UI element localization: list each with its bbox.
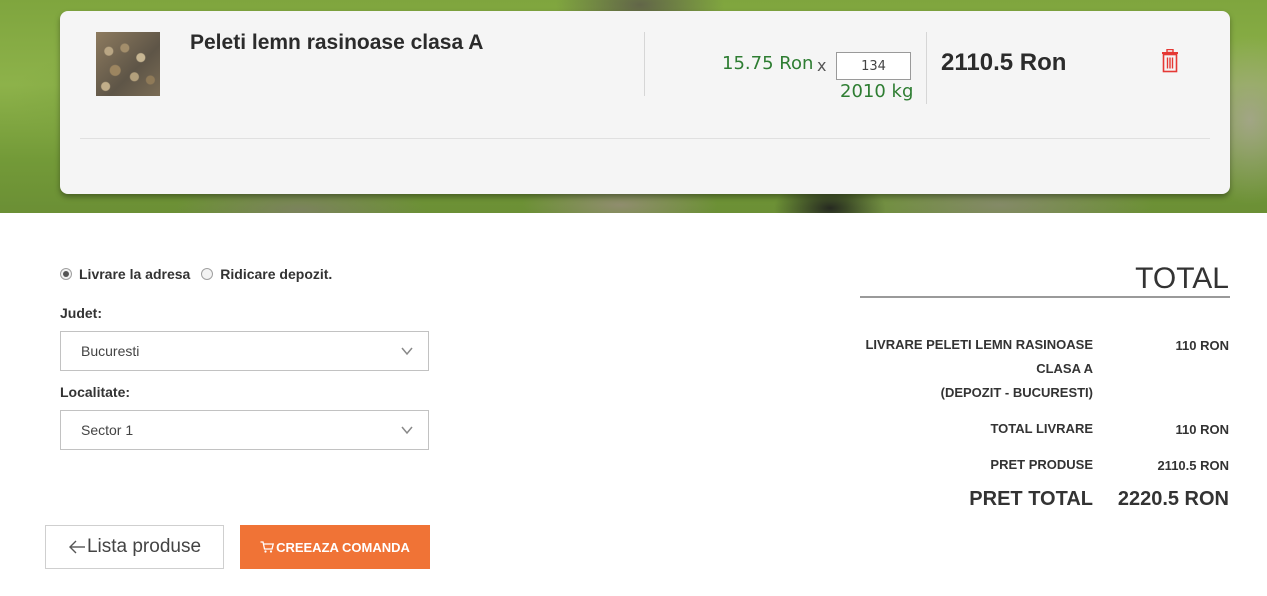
locality-label: Localitate: [60, 384, 131, 400]
arrow-left-icon [68, 540, 85, 554]
create-order-button[interactable]: CREEAZA COMANDA [240, 525, 430, 569]
delivery-options: Livrare la adresa Ridicare depozit. [60, 266, 343, 282]
create-order-label: CREEAZA COMANDA [276, 539, 410, 555]
delivery-cost-label-line: CLASA A [1036, 361, 1093, 376]
products-price-label: PRET PRODUSE [990, 457, 1093, 472]
delete-item-button[interactable] [1160, 48, 1180, 73]
locality-selected-value: Sector 1 [81, 422, 134, 438]
product-thumbnail[interactable] [96, 32, 160, 96]
product-name[interactable]: Peleti lemn rasinoase clasa A [190, 31, 483, 55]
cart-item-card: Peleti lemn rasinoase clasa A 15.75 Ron … [60, 11, 1230, 194]
total-delivery-value: 110 RON [1175, 422, 1229, 437]
item-weight: 2010 kg [840, 81, 914, 102]
back-to-products-button[interactable]: Lista produse [45, 525, 224, 569]
products-price-value: 2110.5 RON [1157, 458, 1229, 473]
delivery-cost-label-line: (DEPOZIT - BUCURESTI) [940, 385, 1093, 400]
total-delivery-label: TOTAL LIVRARE [990, 421, 1093, 436]
delivery-cost-label-line: LIVRARE PELETI LEMN RASINOASE [865, 337, 1093, 352]
grand-total-label: PRET TOTAL [969, 488, 1093, 510]
quantity-input[interactable] [836, 52, 911, 80]
unit-price: 15.75 Ron [722, 53, 814, 74]
column-divider [644, 32, 645, 96]
chevron-down-icon [401, 347, 413, 356]
county-label: Judet: [60, 305, 102, 321]
radio-delivery-address[interactable] [60, 268, 72, 280]
radio-label[interactable]: Livrare la adresa [79, 266, 190, 282]
line-total: 2110.5 Ron [941, 49, 1067, 76]
trash-icon [1162, 48, 1178, 73]
back-button-label: Lista produse [86, 536, 202, 557]
total-heading: TOTAL [1135, 262, 1229, 295]
radio-label[interactable]: Ridicare depozit. [220, 266, 332, 282]
cart-icon [260, 541, 275, 553]
county-select[interactable]: Bucuresti [60, 331, 429, 371]
column-divider [926, 32, 927, 104]
locality-select[interactable]: Sector 1 [60, 410, 429, 450]
radio-pickup-warehouse[interactable] [201, 268, 214, 280]
multiply-sign: x [817, 56, 827, 75]
grand-total-value: 2220.5 RON [1117, 488, 1229, 510]
delivery-cost-label: LIVRARE PELETI LEMN RASINOASE CLASA A (D… [865, 333, 1093, 405]
total-divider [860, 296, 1230, 298]
card-divider [80, 138, 1210, 139]
county-selected-value: Bucuresti [81, 343, 140, 359]
chevron-down-icon [401, 426, 413, 435]
delivery-cost-value: 110 RON [1175, 338, 1229, 353]
